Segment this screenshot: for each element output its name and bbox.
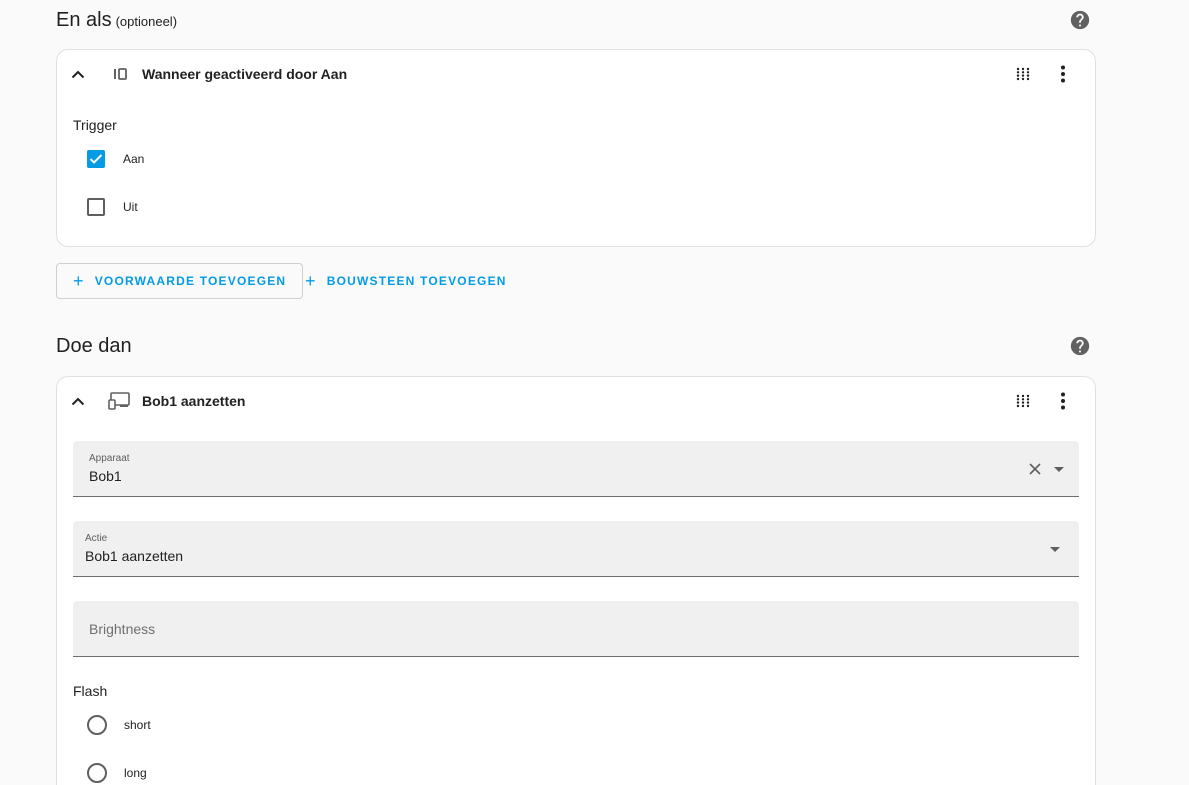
and-if-title: En als (optioneel) (56, 9, 177, 32)
action-field-label: Actie (85, 533, 108, 544)
drag-handle-icon[interactable] (1003, 54, 1043, 94)
chevron-up-icon[interactable] (67, 63, 89, 85)
action-card: Bob1 aanzetten Apparaat Bob1 Actie Bob1 … (56, 376, 1096, 785)
flash-label: Flash (73, 683, 108, 699)
checkbox-unchecked[interactable] (87, 198, 105, 216)
trigger-label: Trigger (73, 117, 117, 133)
then-do-header: Doe dan (56, 332, 1096, 360)
optional-label: (optioneel) (115, 13, 178, 29)
add-building-block-label: BOUWSTEEN TOEVOEGEN (326, 274, 507, 288)
more-vertical-icon[interactable] (1043, 54, 1083, 94)
trigger-option-label: Uit (123, 200, 138, 214)
action-card-header[interactable]: Bob1 aanzetten (57, 377, 1095, 425)
plus-icon: + (305, 271, 317, 291)
help-circle-icon[interactable] (1068, 334, 1092, 358)
trigger-option-aan[interactable]: Aan (87, 147, 144, 171)
plus-icon: + (73, 271, 85, 291)
help-circle-icon[interactable] (1068, 8, 1092, 32)
flash-option-label: long (124, 766, 147, 780)
dropdown-arrow-icon[interactable] (1045, 541, 1065, 557)
trigger-option-label: Aan (123, 152, 145, 166)
flash-option-short[interactable]: short (87, 713, 151, 737)
and-if-header: En als (optioneel) (56, 6, 1096, 34)
condition-card-title: Wanneer geactiveerd door Aan (142, 66, 348, 82)
flash-option-label: short (124, 718, 151, 732)
brightness-placeholder: Brightness (89, 621, 156, 637)
state-toggle-icon (108, 62, 132, 86)
then-do-title: Doe dan (56, 334, 132, 357)
add-condition-label: VOORWAARDE TOEVOEGEN (94, 274, 287, 288)
action-card-title: Bob1 aanzetten (142, 393, 246, 409)
devices-icon (108, 389, 132, 413)
radio-button[interactable] (87, 715, 107, 735)
checkbox-checked[interactable] (87, 150, 105, 168)
and-if-title-text: En als (56, 8, 112, 31)
dropdown-arrow-icon[interactable] (1049, 461, 1069, 477)
flash-option-long[interactable]: long (87, 761, 147, 785)
add-building-block-button[interactable]: + BOUWSTEEN TOEVOEGEN (289, 263, 523, 299)
action-field[interactable]: Actie Bob1 aanzetten (73, 521, 1079, 577)
action-field-value: Bob1 aanzetten (85, 548, 184, 564)
device-field-label: Apparaat (89, 453, 130, 464)
condition-card-header[interactable]: Wanneer geactiveerd door Aan (57, 50, 1095, 98)
device-field[interactable]: Apparaat Bob1 (73, 441, 1079, 497)
drag-handle-icon[interactable] (1003, 381, 1043, 421)
trigger-option-uit[interactable]: Uit (87, 195, 138, 219)
condition-card: Wanneer geactiveerd door Aan Trigger Aan… (56, 49, 1096, 247)
add-condition-button[interactable]: + VOORWAARDE TOEVOEGEN (56, 263, 304, 299)
brightness-field[interactable]: Brightness (73, 601, 1079, 657)
clear-icon[interactable] (1025, 461, 1045, 477)
device-field-value: Bob1 (89, 468, 122, 484)
radio-button[interactable] (87, 763, 107, 783)
more-vertical-icon[interactable] (1043, 381, 1083, 421)
chevron-up-icon[interactable] (67, 390, 89, 412)
